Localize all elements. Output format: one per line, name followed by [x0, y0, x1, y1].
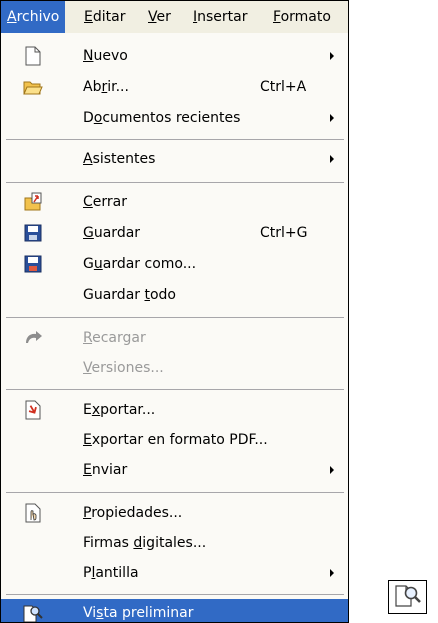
menu-item-label: Cerrar — [83, 194, 127, 210]
menu-separator — [6, 182, 344, 183]
menu-item-label: Exportar... — [83, 402, 156, 418]
menu-item-guardar-como[interactable]: Guardar como... — [1, 250, 348, 278]
menu-archivo[interactable]: Archivo — [1, 1, 66, 34]
menu-separator — [6, 317, 344, 318]
menu-item-cerrar[interactable]: Cerrar — [1, 188, 348, 216]
new-document-icon — [23, 46, 43, 66]
menu-formato[interactable]: Formato — [267, 1, 337, 34]
menu-item-vista-preliminar[interactable]: Vista preliminar — [1, 599, 348, 622]
menu-item-label: Documentos recientes — [83, 110, 241, 126]
submenu-arrow-icon — [330, 466, 334, 474]
menu-item-versiones[interactable]: Versiones... — [1, 354, 348, 382]
menu-item-label: Asistentes — [83, 151, 156, 167]
menu-item-guardar[interactable]: Guardar Ctrl+G — [1, 219, 348, 247]
menu-item-enviar[interactable]: Enviar — [1, 456, 348, 484]
menu-item-abrir[interactable]: Abrir... Ctrl+A — [1, 73, 348, 101]
menu-item-firmas-digitales[interactable]: Firmas digitales... — [1, 529, 348, 557]
menu-item-propiedades[interactable]: Propiedades... — [1, 499, 348, 527]
submenu-arrow-icon — [330, 114, 334, 122]
export-icon — [23, 400, 43, 420]
menu-separator — [6, 389, 344, 390]
page-preview-icon — [394, 582, 422, 612]
menu-item-shortcut: Ctrl+G — [260, 225, 308, 241]
menu-item-label: Propiedades... — [83, 505, 183, 521]
menu-separator — [6, 139, 344, 140]
menu-item-label: Versiones... — [83, 360, 164, 376]
menu-item-exportar[interactable]: Exportar... — [1, 396, 348, 424]
menu-item-exportar-pdf[interactable]: Exportar en formato PDF... — [1, 426, 348, 454]
menu-bar: Archivo Editar Ver Insertar Formato — [0, 0, 349, 34]
save-as-icon — [23, 254, 43, 274]
menu-separator — [6, 492, 344, 493]
menu-item-recargar[interactable]: Recargar — [1, 324, 348, 352]
page-preview-icon — [23, 603, 43, 622]
menu-item-asistentes[interactable]: Asistentes — [1, 145, 348, 173]
menu-item-guardar-todo[interactable]: Guardar todo — [1, 281, 348, 309]
menu-item-label: Guardar — [83, 225, 141, 241]
menu-insertar[interactable]: Insertar — [187, 1, 254, 34]
archivo-dropdown-menu: Nuevo Abrir... Ctrl+A Documentos recient… — [0, 33, 349, 623]
menu-item-label: Plantilla — [83, 565, 139, 581]
menu-item-label: Exportar en formato PDF... — [83, 432, 268, 448]
open-folder-icon — [23, 77, 43, 97]
menu-item-label: Recargar — [83, 330, 146, 346]
menu-item-documentos-recientes[interactable]: Documentos recientes — [1, 104, 348, 132]
page-preview-toolbar-button[interactable] — [388, 580, 427, 614]
menu-item-label: Vista preliminar — [83, 605, 194, 621]
menu-separator — [6, 594, 344, 595]
menu-item-shortcut: Ctrl+A — [260, 79, 307, 95]
menu-item-label: Firmas digitales... — [83, 535, 207, 551]
close-document-icon — [23, 192, 43, 212]
submenu-arrow-icon — [330, 569, 334, 577]
menu-editar[interactable]: Editar — [78, 1, 131, 34]
save-icon — [23, 223, 43, 243]
menu-item-label: Guardar todo — [83, 287, 177, 303]
menu-item-nuevo[interactable]: Nuevo — [1, 42, 348, 70]
menu-ver[interactable]: Ver — [142, 1, 177, 34]
reload-icon — [23, 328, 43, 348]
submenu-arrow-icon — [330, 155, 334, 163]
menu-item-label: Guardar como... — [83, 256, 197, 272]
menu-item-label: Nuevo — [83, 48, 128, 64]
menu-item-label: Abrir... — [83, 79, 129, 95]
properties-icon — [23, 503, 43, 523]
menu-item-label: Enviar — [83, 462, 128, 478]
submenu-arrow-icon — [330, 52, 334, 60]
menu-item-plantilla[interactable]: Plantilla — [1, 559, 348, 587]
